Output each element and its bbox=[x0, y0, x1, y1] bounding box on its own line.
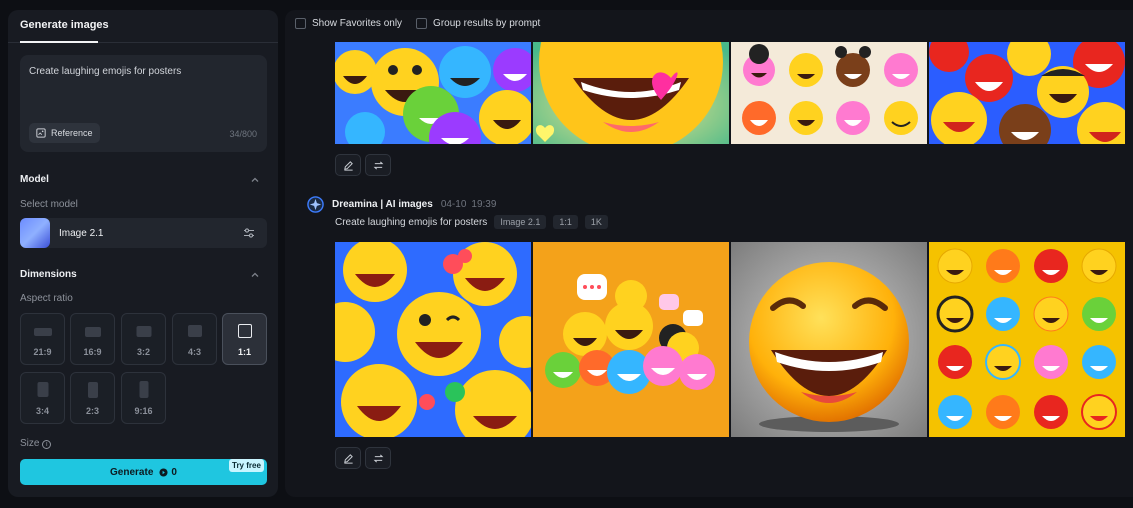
image-reference-icon bbox=[36, 128, 46, 138]
result-image[interactable] bbox=[533, 42, 729, 144]
select-model-label: Select model bbox=[20, 199, 78, 210]
ratio-1-1[interactable]: 1:1 bbox=[222, 313, 267, 365]
reference-label: Reference bbox=[51, 128, 93, 138]
try-free-badge: Try free bbox=[229, 459, 264, 472]
result-date: 04-10 bbox=[440, 199, 467, 210]
regenerate-button[interactable] bbox=[365, 447, 391, 469]
dreamina-logo-icon bbox=[307, 196, 324, 213]
credit-icon bbox=[159, 467, 168, 477]
result-row-2 bbox=[335, 242, 1133, 437]
source-name: Dreamina | AI images bbox=[332, 199, 433, 210]
regenerate-button[interactable] bbox=[365, 154, 391, 176]
ratio-2-3[interactable]: 2:3 bbox=[70, 372, 115, 424]
tag-ratio: 1:1 bbox=[553, 215, 578, 229]
group-by-prompt-checkbox[interactable]: Group results by prompt bbox=[416, 18, 540, 29]
model-selector[interactable]: Image 2.1 bbox=[20, 218, 267, 248]
result-image[interactable] bbox=[929, 242, 1125, 437]
results-filters: Show Favorites only Group results by pro… bbox=[295, 18, 540, 29]
tag-resolution: 1K bbox=[584, 215, 608, 229]
char-counter: 34/800 bbox=[229, 129, 257, 139]
pencil-icon bbox=[343, 160, 353, 171]
tab-underline bbox=[20, 41, 98, 43]
result-image[interactable] bbox=[335, 42, 531, 144]
result-image[interactable] bbox=[731, 42, 927, 144]
model-thumbnail bbox=[20, 218, 50, 248]
result-prompt-row: Create laughing emojis for posters Image… bbox=[335, 215, 608, 229]
result-image[interactable] bbox=[929, 42, 1125, 144]
result-row-1 bbox=[335, 42, 1133, 144]
results-panel: Show Favorites only Group results by pro… bbox=[285, 10, 1133, 497]
dimensions-section-title: Dimensions bbox=[20, 269, 77, 280]
sliders-icon[interactable] bbox=[243, 227, 255, 239]
info-icon[interactable]: i bbox=[42, 440, 52, 449]
ratio-3-4[interactable]: 3:4 bbox=[20, 372, 65, 424]
result-image[interactable] bbox=[533, 242, 729, 437]
prompt-text[interactable]: Create laughing emojis for posters bbox=[29, 66, 181, 77]
result-image[interactable] bbox=[731, 242, 927, 437]
prompt-input[interactable]: Create laughing emojis for posters Refer… bbox=[20, 55, 267, 152]
swap-arrows-icon bbox=[373, 160, 383, 170]
panel-tabbar: Generate images bbox=[8, 10, 278, 43]
chevron-up-icon[interactable] bbox=[250, 270, 260, 280]
ratio-4-3[interactable]: 4:3 bbox=[172, 313, 217, 365]
ratio-3-2[interactable]: 3:2 bbox=[121, 313, 166, 365]
edit-button[interactable] bbox=[335, 154, 361, 176]
aspect-ratio-label: Aspect ratio bbox=[20, 293, 73, 304]
ratio-9-16[interactable]: 9:16 bbox=[121, 372, 166, 424]
tab-generate-images[interactable]: Generate images bbox=[20, 19, 109, 31]
ratio-21-9[interactable]: 21:9 bbox=[20, 313, 65, 365]
result-prompt[interactable]: Create laughing emojis for posters bbox=[335, 217, 487, 228]
size-label: Size i bbox=[20, 438, 52, 449]
reference-button[interactable]: Reference bbox=[29, 123, 100, 143]
model-section-title: Model bbox=[20, 174, 49, 185]
ratio-16-9[interactable]: 16:9 bbox=[70, 313, 115, 365]
result-time: 19:39 bbox=[471, 199, 497, 210]
result-group-header: Dreamina | AI images 04-10 19:39 bbox=[307, 196, 496, 213]
generate-panel: Generate images Create laughing emojis f… bbox=[8, 10, 278, 497]
favorites-checkbox[interactable]: Show Favorites only bbox=[295, 18, 402, 29]
tag-model: Image 2.1 bbox=[494, 215, 547, 229]
pencil-icon bbox=[343, 453, 353, 464]
edit-button[interactable] bbox=[335, 447, 361, 469]
swap-arrows-icon bbox=[373, 453, 383, 463]
result-image[interactable] bbox=[335, 242, 531, 437]
generate-label: Generate bbox=[110, 466, 154, 478]
chevron-up-icon[interactable] bbox=[250, 175, 260, 185]
model-name: Image 2.1 bbox=[59, 228, 104, 239]
credit-count: 0 bbox=[159, 467, 177, 478]
